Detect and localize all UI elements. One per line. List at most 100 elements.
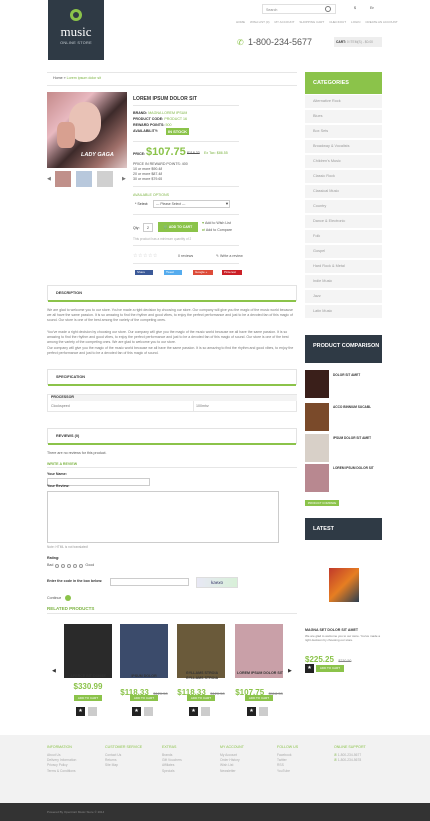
related-product-1-compare-icon[interactable] (88, 707, 97, 716)
brand-link[interactable]: MAGNA LOREM IPSUM (148, 111, 187, 115)
logo[interactable]: music ONLINE STORE (48, 0, 104, 60)
compare-item-2-name[interactable]: ACCO BINNIUM SUCABL (333, 405, 383, 410)
category-item[interactable]: Dance & Electronic (305, 215, 382, 229)
related-product-4[interactable]: LOREM IPSUM DOLOR SIT $107.75 $118.33 AD… (232, 624, 286, 720)
category-item[interactable]: Jazz (305, 290, 382, 304)
cart-button[interactable]: CART: 0 ITEM(S) - $0.00 (334, 37, 382, 47)
compare-item-1-image[interactable] (305, 370, 329, 398)
related-product-2-wish-icon[interactable]: ★ (132, 707, 141, 716)
rating-radio-4[interactable] (73, 563, 78, 568)
footer-link[interactable]: Site Map (105, 763, 142, 768)
review-textarea[interactable] (47, 491, 279, 543)
pinterest-share-button[interactable]: Pinterest (222, 270, 242, 275)
category-item[interactable]: Blues (305, 110, 382, 124)
related-prev-arrow[interactable]: ◀ (52, 668, 56, 674)
compare-item-1-name[interactable]: DOLOR SIT AMET (333, 373, 383, 378)
thumb-prev-arrow[interactable]: ◀ (47, 176, 51, 182)
compare-item-3-image[interactable] (305, 434, 329, 462)
thumbnail-3[interactable] (97, 171, 113, 187)
latest-add-button[interactable]: ADD TO CART (316, 665, 344, 672)
related-product-4-compare-icon[interactable] (259, 707, 268, 716)
product-compare-button[interactable]: PRODUCT COMPARE (305, 500, 339, 506)
top-link-account[interactable]: MY ACCOUNT (274, 20, 294, 26)
top-link-wishlist[interactable]: WISH LIST (0) (250, 20, 269, 26)
facebook-share-button[interactable]: Share (135, 270, 153, 275)
compare-item-4-image[interactable] (305, 464, 329, 492)
related-product-1-wish-icon[interactable]: ★ (76, 707, 85, 716)
related-product-4-add-button[interactable]: ADD TO CART (245, 695, 273, 701)
breadcrumb-current[interactable]: Lorem ipsum dolor sit (67, 76, 101, 80)
rating-radio-1[interactable] (55, 563, 60, 568)
description-tab[interactable]: DESCRIPTION (47, 285, 297, 302)
top-link-login[interactable]: LOGIN (351, 20, 360, 26)
reviews-count[interactable]: 0 reviews (178, 254, 193, 259)
thumbnail-2[interactable] (76, 171, 92, 187)
google-share-button[interactable]: Google + (193, 270, 213, 275)
continue-button[interactable] (65, 595, 71, 601)
top-link-register[interactable]: CREATE AN ACCOUNT (365, 20, 397, 26)
category-item[interactable]: Box Sets (305, 125, 382, 139)
category-item[interactable]: Country (305, 200, 382, 214)
category-item[interactable]: Hard Rock & Metal (305, 260, 382, 274)
top-link-cart[interactable]: SHOPPING CART (299, 20, 324, 26)
captcha-input[interactable] (110, 578, 189, 586)
related-product-3-wish-icon[interactable]: ★ (189, 707, 198, 716)
add-to-cart-button[interactable]: 🛒 ADD TO CART (158, 222, 198, 232)
related-product-1-add-button[interactable]: ADD TO CART (74, 695, 102, 701)
footer-link[interactable]: YouTube (277, 769, 298, 774)
compare-link[interactable]: ⇄ Add to Compare (202, 228, 232, 233)
footer-link[interactable]: Specials (162, 769, 182, 774)
footer-link[interactable]: Newsletter (220, 769, 244, 774)
rating-radio-3[interactable] (67, 563, 72, 568)
search-icon[interactable] (325, 6, 331, 12)
related-product-4-name[interactable]: LOREM IPSUM DOLOR SIT (236, 671, 284, 676)
option-select[interactable]: --- Please Select --- (153, 200, 230, 208)
related-product-1[interactable]: APERCE BIT DONSE $330.99 ADD TO CART ★ (62, 624, 114, 720)
related-product-4-wish-icon[interactable]: ★ (247, 707, 256, 716)
related-product-4-image[interactable] (235, 624, 283, 678)
related-product-3-name[interactable]: GYLLAMS STROIA GYLLAMS STROIA (180, 671, 224, 680)
category-item[interactable]: Children's Music (305, 155, 382, 169)
compare-item-3-name[interactable]: IPSUM DOLOR SIT AMET (333, 436, 375, 441)
category-item[interactable]: Classical Music (305, 185, 382, 199)
latest-product-name[interactable]: MAGNA SET DOLOR SIT AMET (305, 628, 382, 633)
related-product-2-compare-icon[interactable] (144, 707, 153, 716)
related-product-3-add-button[interactable]: ADD TO CART (187, 695, 215, 701)
thumbnail-1[interactable] (55, 171, 71, 187)
compare-item-2-image[interactable] (305, 403, 329, 431)
thumb-next-arrow[interactable]: ▶ (122, 176, 126, 182)
related-product-2-image[interactable] (120, 624, 168, 678)
related-product-1-image[interactable] (64, 624, 112, 678)
compare-item-4-name[interactable]: LOREM IPSUM DOLOR SIT (333, 466, 381, 471)
reviews-tab[interactable]: REVIEWS (0) (47, 428, 297, 445)
category-item[interactable]: Broadway & Vocalists (305, 140, 382, 154)
footer-link[interactable]: Terms & Conditions (47, 769, 76, 774)
top-link-checkout[interactable]: CHECKOUT (329, 20, 346, 26)
related-product-2-name[interactable]: IPSUM DOLOR (118, 674, 170, 679)
category-item[interactable]: Gospel (305, 245, 382, 259)
specification-tab[interactable]: SPECIFICATION (47, 369, 297, 386)
language-select[interactable]: En (370, 6, 374, 11)
twitter-share-button[interactable]: Tweet (164, 270, 182, 275)
wishlist-link[interactable]: ♥ Add to Wish List (202, 221, 231, 226)
breadcrumb-home[interactable]: Home (53, 76, 63, 80)
category-item[interactable]: Alternative Rock (305, 95, 382, 109)
related-next-arrow[interactable]: ▶ (288, 668, 292, 674)
related-product-3-compare-icon[interactable] (201, 707, 210, 716)
category-item[interactable]: Folk (305, 230, 382, 244)
category-item[interactable]: Indie Music (305, 275, 382, 289)
related-product-1-name[interactable]: APERCE BIT DONSE (62, 674, 114, 679)
write-review-link[interactable]: ✎ Write a review (216, 254, 243, 259)
top-link-home[interactable]: HOME (236, 20, 245, 26)
related-product-3[interactable]: GYLLAMS STROIA GYLLAMS STROIA $118.33 $1… (174, 624, 228, 720)
currency-select[interactable]: $ (354, 6, 356, 11)
qty-input[interactable]: 2 (143, 223, 153, 232)
rating-radio-2[interactable] (61, 563, 66, 568)
rating-radio-5[interactable] (79, 563, 84, 568)
category-item[interactable]: Latin Music (305, 305, 382, 319)
related-product-3-image[interactable] (177, 624, 225, 678)
product-main-image[interactable]: LADY GAGA (47, 92, 127, 168)
related-product-2-add-button[interactable]: ADD TO CART (130, 695, 158, 701)
related-product-2[interactable]: IPSUM DOLOR $118.33 $120.50 ADD TO CART … (118, 624, 170, 720)
latest-product-image[interactable] (329, 568, 359, 602)
